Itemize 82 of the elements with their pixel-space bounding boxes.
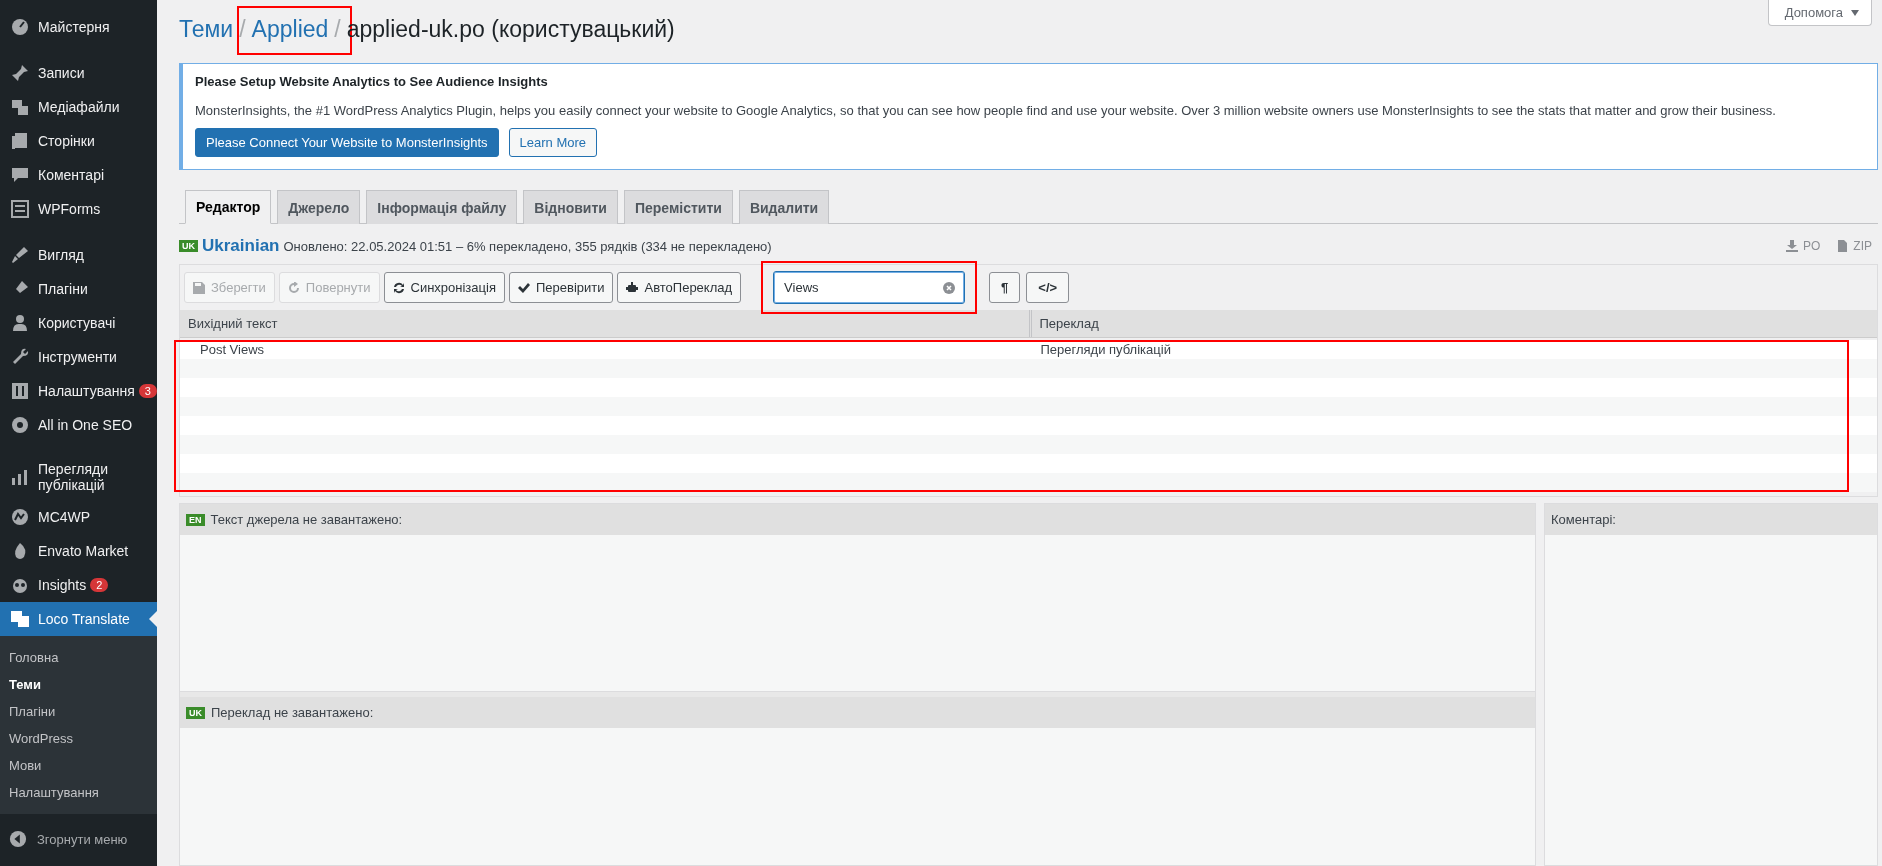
menu-icon bbox=[10, 165, 30, 185]
menu-icon bbox=[10, 17, 30, 37]
tab[interactable]: Видалити bbox=[738, 190, 830, 224]
robot-icon bbox=[626, 281, 639, 294]
toggle-button[interactable]: </> bbox=[1026, 272, 1070, 303]
sidebar-item[interactable]: Envato Market bbox=[0, 534, 157, 568]
count-badge: 3 bbox=[138, 384, 157, 398]
sidebar-item[interactable]: Користувачі bbox=[0, 306, 157, 340]
menu-icon bbox=[10, 131, 30, 151]
learn-more-button[interactable]: Learn More bbox=[508, 128, 598, 157]
check-icon bbox=[517, 281, 530, 294]
panel-title: Текст джерела не завантажено: bbox=[210, 512, 403, 527]
sidebar-item[interactable]: Loco Translate bbox=[0, 602, 157, 636]
collapse-icon bbox=[9, 830, 27, 848]
connect-button[interactable]: Please Connect Your Website to MonsterInsights bbox=[195, 128, 499, 157]
sidebar-item[interactable]: Налаштування 3 bbox=[0, 374, 157, 408]
tab[interactable]: Відновити bbox=[523, 190, 618, 224]
search-field[interactable]: Views bbox=[773, 271, 966, 304]
menu-icon bbox=[10, 467, 30, 487]
clear-icon[interactable] bbox=[943, 281, 956, 294]
menu-icon bbox=[10, 507, 30, 527]
table-cell[interactable]: Post Views bbox=[180, 342, 1029, 357]
submenu-item[interactable]: WordPress bbox=[0, 725, 157, 752]
locale-code: UK bbox=[186, 706, 205, 719]
sidebar-item[interactable]: MC4WP bbox=[0, 500, 157, 534]
locale-code: UK bbox=[179, 240, 198, 252]
locale-link[interactable]: Ukrainian bbox=[202, 236, 280, 256]
sidebar-item[interactable]: WPForms bbox=[0, 192, 157, 226]
sidebar-item[interactable]: Записи bbox=[0, 56, 157, 90]
count-badge: 2 bbox=[90, 578, 109, 592]
panel-title: Переклад не завантажено: bbox=[211, 705, 374, 720]
table-cell[interactable]: Перегляди публікацій bbox=[1028, 342, 1877, 357]
submenu-item[interactable]: Теми bbox=[0, 671, 157, 698]
menu-icon bbox=[10, 97, 30, 117]
locale-code: EN bbox=[186, 513, 205, 526]
tab[interactable]: Інформація файлу bbox=[366, 190, 518, 224]
sidebar-item[interactable]: Коментарі bbox=[0, 158, 157, 192]
caret-icon bbox=[1851, 9, 1859, 16]
toolbar-button[interactable]: АвтоПереклад bbox=[617, 272, 742, 303]
sidebar-item[interactable]: Перегляди публікацій bbox=[0, 454, 157, 500]
menu-icon bbox=[10, 381, 30, 401]
submenu-item[interactable]: Мови bbox=[0, 752, 157, 779]
tab[interactable]: Джерело bbox=[277, 190, 361, 224]
sidebar-item[interactable]: Плагіни bbox=[0, 272, 157, 306]
sidebar-item[interactable]: All in One SEO bbox=[0, 408, 157, 442]
sidebar-item[interactable]: Медіафайли bbox=[0, 90, 157, 124]
sidebar-item[interactable]: Інструменти bbox=[0, 340, 157, 374]
tab[interactable]: Редактор bbox=[185, 190, 272, 224]
notice-text: MonsterInsights, the #1 WordPress Analytics Plugin, helps you easily connect your website to Google Analytics, so that you can see how people find and use your website. Over 3 million website owners use MonsterInsights to see the stats that matter and grow their business. bbox=[195, 103, 1777, 118]
menu-icon bbox=[10, 245, 30, 265]
breadcrumb-separator: / bbox=[239, 16, 246, 43]
help-button[interactable]: Допомога bbox=[1767, 0, 1872, 26]
toolbar-button[interactable]: Синхронізація bbox=[383, 272, 505, 303]
panel-title: Коментарі: bbox=[1551, 512, 1616, 527]
breadcrumb-separator: / bbox=[334, 16, 341, 43]
toolbar-button[interactable]: Перевірити bbox=[508, 272, 614, 303]
menu-icon bbox=[10, 313, 30, 333]
undo-icon bbox=[287, 281, 300, 294]
status-text: Оновлено: 22.05.2024 01:51 – 6% перекладено, 355 рядків (334 не перекладено) bbox=[283, 238, 772, 254]
sidebar-item[interactable]: Вигляд bbox=[0, 238, 157, 272]
column-header: Переклад bbox=[1028, 310, 1877, 337]
breadcrumb-link[interactable]: Applied bbox=[251, 16, 329, 42]
submenu-item[interactable]: Головна bbox=[0, 644, 157, 671]
menu-icon bbox=[10, 415, 30, 435]
file-icon bbox=[1836, 240, 1849, 252]
collapse-menu-button[interactable]: Згорнути меню bbox=[0, 824, 157, 854]
submenu-item[interactable]: Плагіни bbox=[0, 698, 157, 725]
menu-icon bbox=[10, 199, 30, 219]
notice-title: Please Setup Website Analytics to See Audience Insights bbox=[195, 74, 549, 89]
sidebar-item[interactable]: Сторінки bbox=[0, 124, 157, 158]
breadcrumb-link[interactable]: Теми bbox=[179, 16, 234, 42]
download-icon bbox=[1786, 240, 1798, 252]
column-header: Вихідний текст bbox=[187, 315, 279, 333]
sidebar-item[interactable]: Майстерня bbox=[0, 10, 157, 44]
sidebar-item[interactable]: Insights 2 bbox=[0, 568, 157, 602]
menu-icon bbox=[10, 63, 30, 83]
submenu-item[interactable]: Налаштування bbox=[0, 779, 157, 806]
toggle-button[interactable]: ¶ bbox=[989, 272, 1021, 303]
sync-icon bbox=[392, 281, 405, 294]
tab[interactable]: Перемістити bbox=[623, 190, 733, 224]
save-icon bbox=[193, 281, 205, 294]
menu-icon bbox=[10, 609, 30, 629]
